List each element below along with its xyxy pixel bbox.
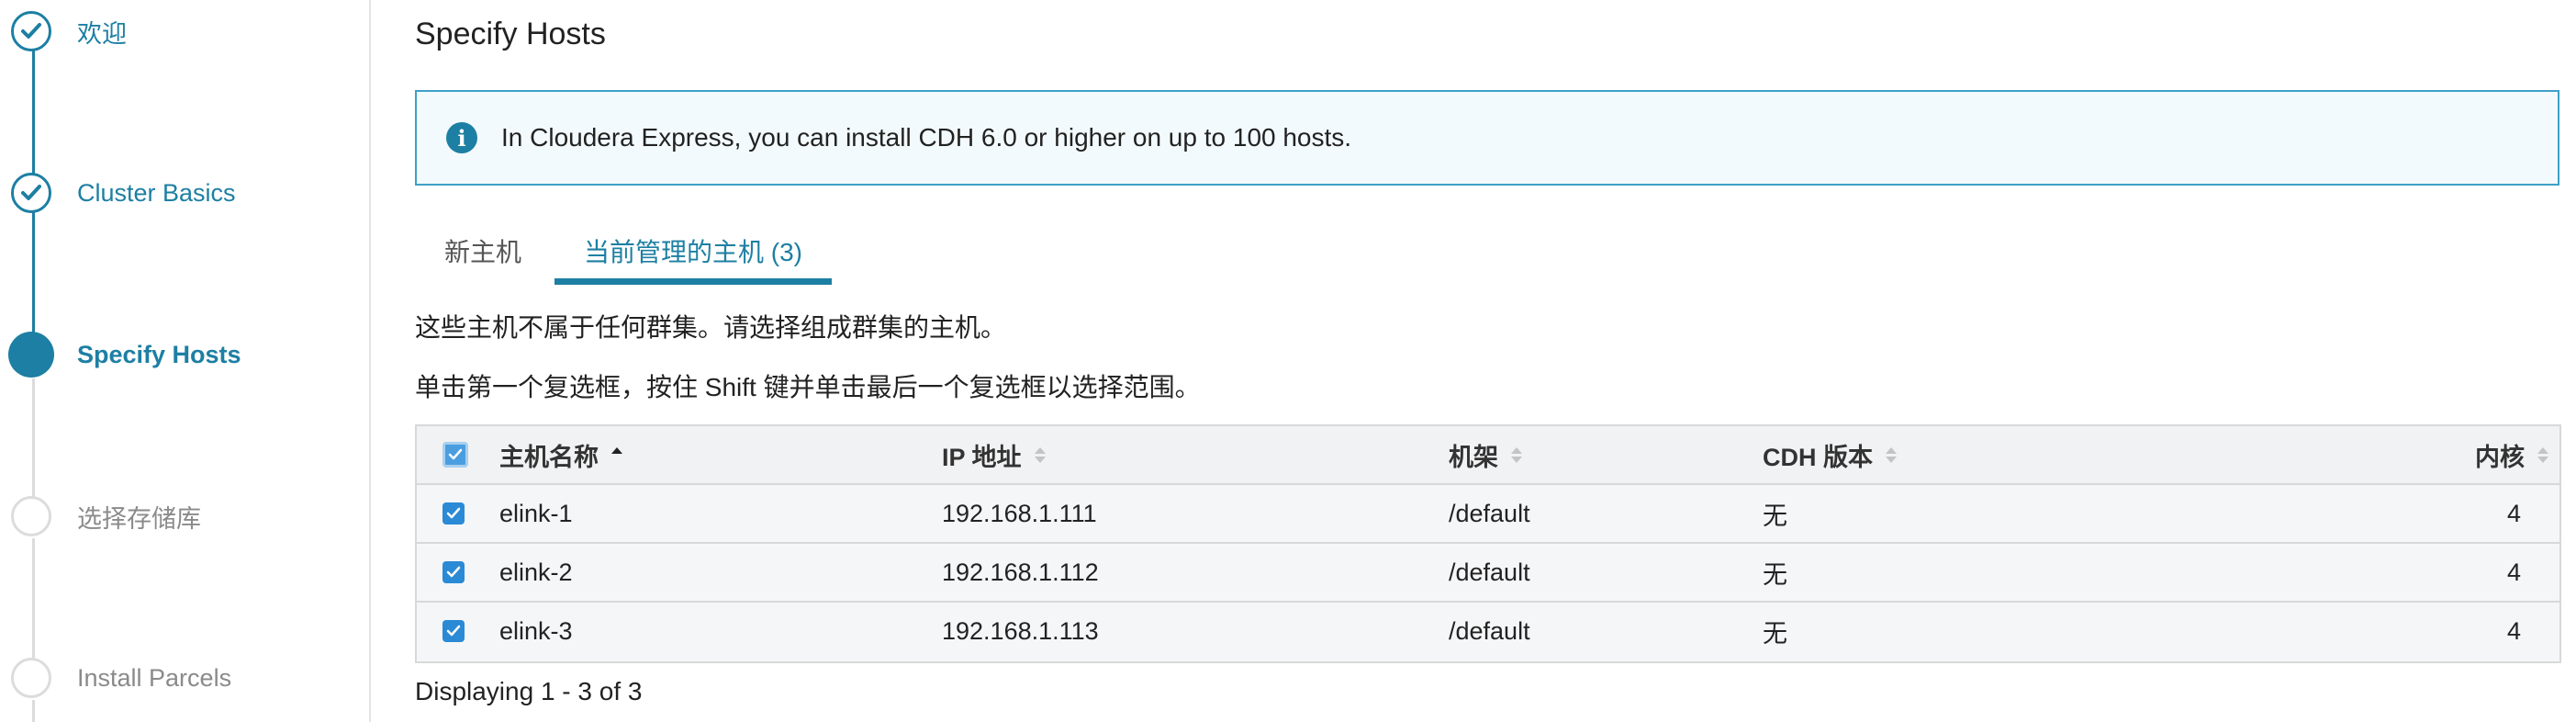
cell-cores: 4	[2506, 558, 2521, 586]
row-checkbox-cell	[442, 544, 468, 601]
table-row[interactable]: elink-2 192.168.1.112 /default 无 4	[417, 544, 2559, 603]
column-header-cdh-version[interactable]: CDH 版本	[1763, 426, 1897, 483]
wizard-sidebar: 欢迎 Cluster Basics Specify Hosts 选择存储库 In…	[0, 0, 369, 722]
cell-cdh-version: 无	[1763, 502, 1787, 530]
cell-cdh-version: 无	[1763, 619, 1787, 648]
row-checkbox-cell	[442, 603, 468, 660]
cell-hostname: elink-2	[499, 558, 573, 586]
current-step-icon	[8, 332, 54, 378]
sidebar-divider	[369, 0, 371, 722]
select-all-checkbox[interactable]	[442, 442, 468, 468]
column-header-label: 机架	[1449, 443, 1498, 471]
wizard-step-label: 欢迎	[77, 19, 127, 48]
cell-hostname: elink-3	[499, 616, 573, 645]
sort-ascending-icon	[611, 446, 622, 464]
wizard-step-select-repository[interactable]: 选择存储库	[0, 489, 367, 544]
hosts-table: 主机名称 IP 地址 机架 CDH 版本 内核 elink-1 192.168.…	[415, 424, 2561, 663]
page-title: Specify Hosts	[415, 17, 606, 51]
cell-rack: /default	[1449, 499, 1530, 527]
pagination-summary: Displaying 1 - 3 of 3	[415, 677, 643, 705]
wizard-step-label: Cluster Basics	[77, 178, 236, 207]
select-all-cell	[442, 426, 468, 483]
column-header-label: 内核	[2475, 443, 2525, 471]
row-checkbox[interactable]	[442, 561, 465, 583]
cell-ip: 192.168.1.111	[942, 499, 1097, 527]
sort-icon	[1034, 446, 1046, 464]
sort-icon	[2537, 446, 2548, 464]
info-icon: i	[446, 122, 477, 153]
host-tabs: 新主机 当前管理的主机 (3)	[415, 217, 1333, 285]
column-header-label: CDH 版本	[1763, 443, 1873, 471]
step-connector	[32, 208, 35, 345]
cell-rack: /default	[1449, 558, 1530, 586]
wizard-step-label: Install Parcels	[77, 663, 232, 692]
table-row[interactable]: elink-3 192.168.1.113 /default 无 4	[417, 603, 2559, 661]
cell-hostname: elink-1	[499, 499, 573, 527]
checkmark-icon	[11, 11, 51, 51]
wizard-step-label: 选择存储库	[77, 504, 201, 533]
sort-icon	[1511, 446, 1522, 464]
wizard-step-specify-hosts[interactable]: Specify Hosts	[0, 327, 367, 382]
info-text: In Cloudera Express, you can install CDH…	[501, 123, 1352, 152]
cell-rack: /default	[1449, 616, 1530, 645]
tab-managed-hosts[interactable]: 当前管理的主机 (3)	[554, 217, 832, 285]
column-header-label: IP 地址	[942, 443, 1022, 471]
cell-cores: 4	[2506, 616, 2521, 645]
column-header-ip[interactable]: IP 地址	[942, 426, 1046, 483]
checkmark-icon	[11, 173, 51, 213]
tab-new-hosts[interactable]: 新主机	[415, 217, 551, 285]
row-checkbox-cell	[442, 485, 468, 542]
info-alert: i In Cloudera Express, you can install C…	[415, 90, 2559, 186]
sort-icon	[1886, 446, 1897, 464]
cell-cores: 4	[2506, 499, 2521, 527]
column-header-cores[interactable]: 内核	[2475, 426, 2548, 483]
table-header-row: 主机名称 IP 地址 机架 CDH 版本 内核	[417, 426, 2559, 485]
cell-ip: 192.168.1.112	[942, 558, 1099, 586]
wizard-step-install-parcels[interactable]: Install Parcels	[0, 650, 367, 705]
row-checkbox[interactable]	[442, 502, 465, 525]
wizard-step-cluster-basics[interactable]: Cluster Basics	[0, 165, 367, 220]
cell-cdh-version: 无	[1763, 560, 1787, 589]
column-header-hostname[interactable]: 主机名称	[499, 426, 622, 483]
description-hint: 单击第一个复选框，按住 Shift 键并单击最后一个复选框以选择范围。	[415, 373, 1201, 401]
wizard-step-welcome[interactable]: 欢迎	[0, 4, 367, 59]
column-header-label: 主机名称	[499, 443, 599, 471]
wizard-step-label: Specify Hosts	[77, 340, 241, 368]
cell-ip: 192.168.1.113	[942, 616, 1099, 645]
description-text: 这些主机不属于任何群集。请选择组成群集的主机。	[415, 313, 1007, 342]
pending-step-icon	[11, 496, 51, 536]
pending-step-icon	[11, 658, 51, 698]
row-checkbox[interactable]	[442, 620, 465, 642]
table-row[interactable]: elink-1 192.168.1.111 /default 无 4	[417, 485, 2559, 544]
column-header-rack[interactable]: 机架	[1449, 426, 1522, 483]
